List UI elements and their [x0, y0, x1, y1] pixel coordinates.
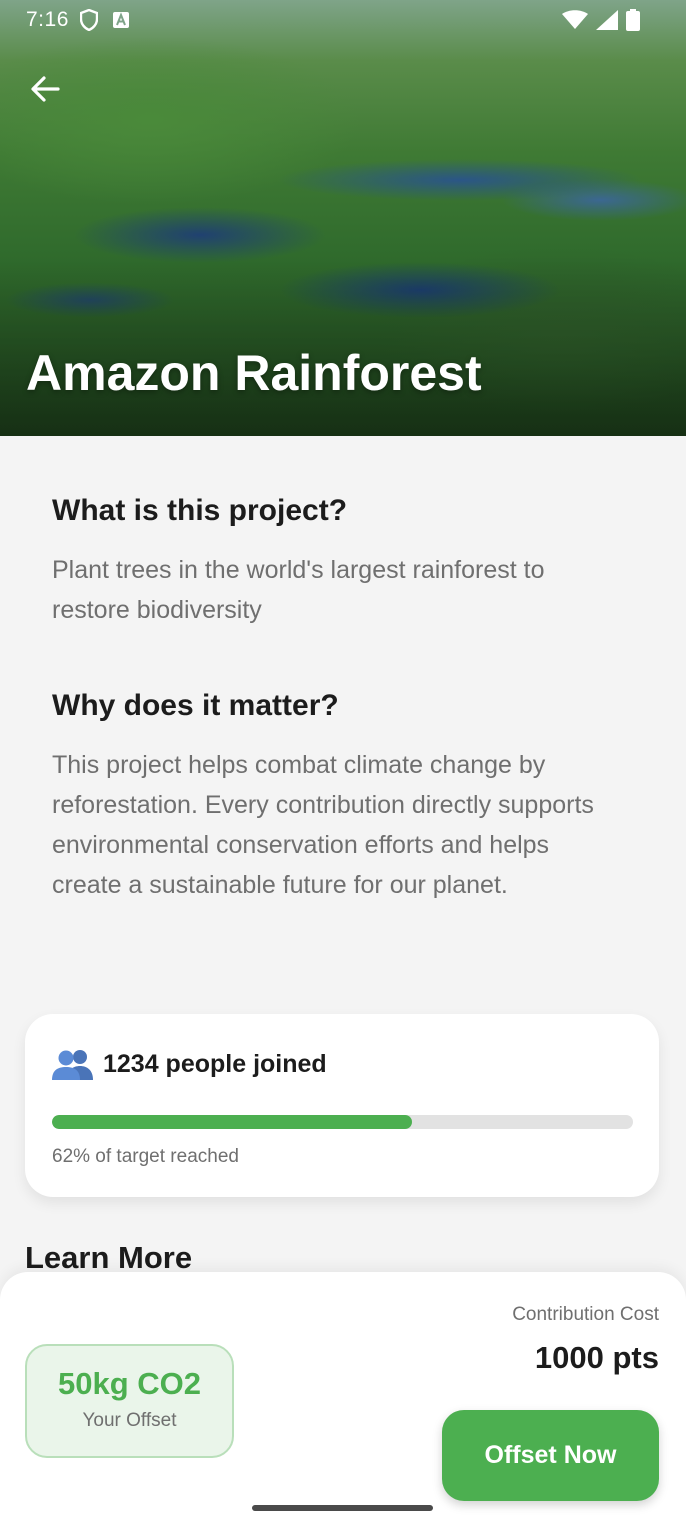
people-icon — [52, 1050, 93, 1080]
shield-icon — [80, 9, 98, 31]
people-joined-count: 1234 people joined — [103, 1050, 327, 1078]
font-icon — [113, 12, 129, 28]
about-text: Plant trees in the world's largest rainf… — [52, 556, 545, 624]
status-time: 7:16 — [26, 8, 69, 31]
cost-label: Contribution Cost — [512, 1304, 659, 1325]
home-indicator[interactable] — [252, 1505, 433, 1511]
offset-now-button[interactable]: Offset Now — [442, 1410, 659, 1501]
wifi-icon — [562, 10, 588, 29]
cost-value: 1000 pts — [534, 1340, 659, 1375]
page-title: Amazon Rainforest — [26, 345, 482, 401]
signal-icon — [596, 10, 618, 30]
arrow-back-icon[interactable] — [26, 70, 64, 108]
stats-card: 1234 people joined 62% of target reached — [25, 1014, 659, 1197]
progress-bar — [52, 1115, 633, 1129]
progress-fill — [52, 1115, 413, 1129]
status-left-icons — [80, 9, 130, 31]
offset-value: 50kg CO2 — [57, 1366, 201, 1401]
about-title: What is this project? — [52, 494, 348, 527]
offset-badge: 50kg CO2 Your Offset — [25, 1344, 234, 1458]
offset-label: Your Offset — [82, 1410, 177, 1431]
hero-image: 7:16 Amazon Rainforest — [0, 0, 686, 436]
status-bar: 7:16 — [0, 0, 686, 40]
learn-more-title: Learn More — [25, 1240, 193, 1275]
progress-caption: 62% of target reached — [52, 1146, 239, 1167]
importance-text: This project helps combat climate change… — [52, 751, 594, 899]
bottom-action-bar: 50kg CO2 Your Offset Contribution Cost 1… — [0, 1272, 686, 1522]
battery-icon — [626, 9, 640, 31]
status-right-icons — [562, 9, 640, 31]
importance-title: Why does it matter? — [52, 689, 339, 722]
